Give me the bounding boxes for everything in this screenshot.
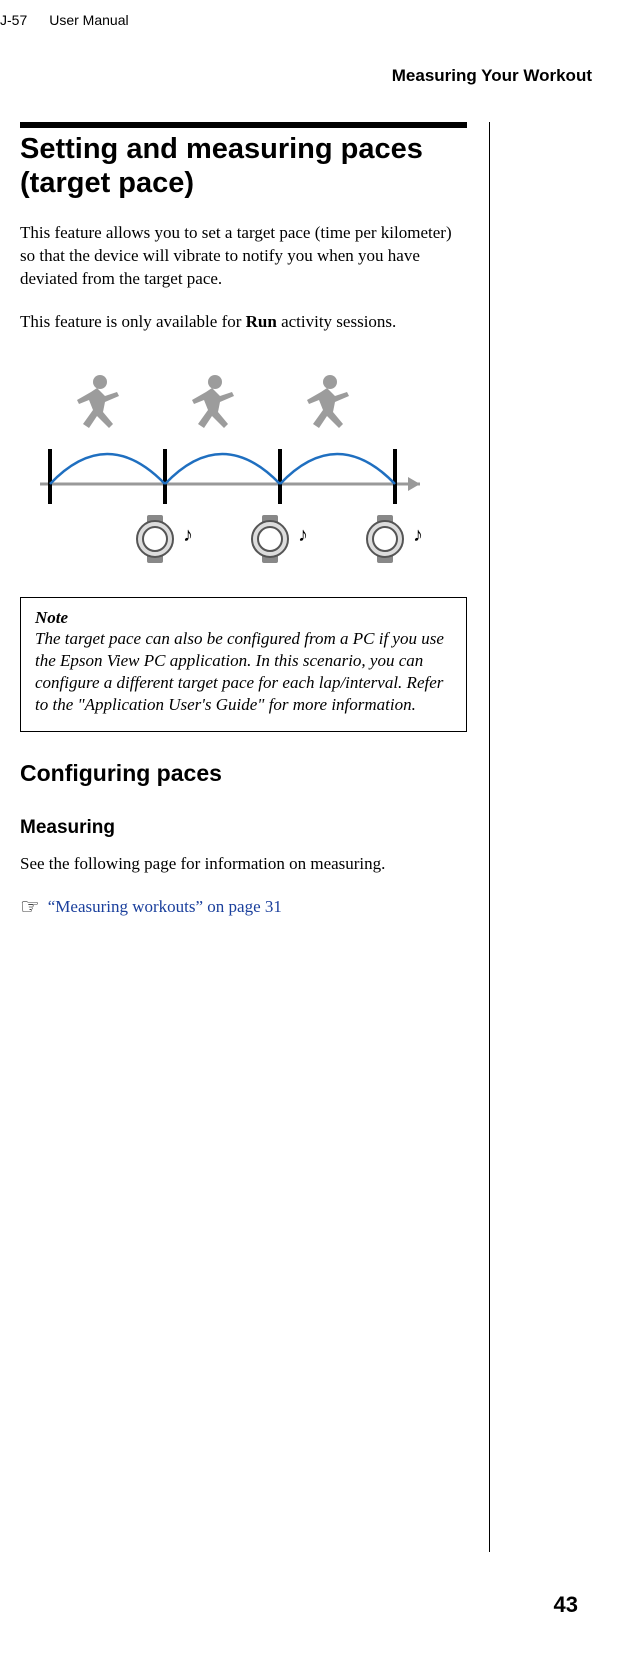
svg-text:♪: ♪	[413, 524, 423, 546]
subheading-configuring: Configuring paces	[20, 760, 467, 787]
illustration-svg: ♪ ♪ ♪	[20, 354, 450, 574]
cross-reference: ☞ “Measuring workouts” on page 31	[20, 896, 467, 918]
hand-icon: ☞	[20, 896, 40, 918]
subheading-measuring: Measuring	[20, 817, 467, 839]
watch-icon: ♪	[252, 515, 308, 563]
doc-title: User Manual	[49, 12, 128, 28]
svg-text:♪: ♪	[298, 524, 308, 546]
svg-text:♪: ♪	[183, 524, 193, 546]
heading-rule	[20, 122, 467, 128]
note-body: The target pace can also be configured f…	[35, 628, 452, 716]
measuring-paragraph: See the following page for information o…	[20, 853, 467, 876]
page-number: 43	[0, 1592, 622, 1618]
intro-paragraph: This feature allows you to set a target …	[20, 222, 467, 291]
note-box: Note The target pace can also be configu…	[20, 597, 467, 731]
bold-run: Run	[246, 312, 277, 331]
availability-paragraph: This feature is only available for Run a…	[20, 311, 467, 334]
note-label: Note	[35, 608, 452, 628]
text-fragment: activity sessions.	[277, 312, 396, 331]
text-fragment: This feature is only available for	[20, 312, 246, 331]
watch-icon: ♪	[137, 515, 193, 563]
running-header: J-57 User Manual	[0, 0, 622, 36]
xref-link[interactable]: “Measuring workouts” on page 31	[48, 897, 282, 917]
section-heading: Setting and measuring paces (target pace…	[20, 132, 467, 200]
watch-icon: ♪	[367, 515, 423, 563]
pace-illustration: ♪ ♪ ♪	[20, 354, 467, 579]
chapter-title: Measuring Your Workout	[0, 66, 622, 86]
model-code: J-57	[0, 12, 27, 28]
content-column: Setting and measuring paces (target pace…	[20, 122, 490, 1552]
